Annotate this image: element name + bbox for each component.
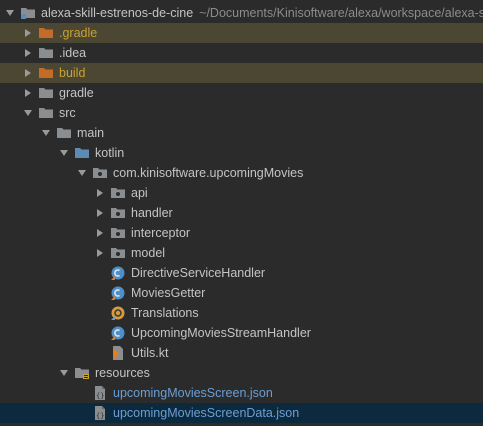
- tree-row[interactable]: Utils.kt: [0, 343, 483, 363]
- tree-row[interactable]: .gradle: [0, 23, 483, 43]
- package-icon: [110, 225, 126, 241]
- kotlin-class-icon: [110, 325, 126, 341]
- tree-item-label: main: [77, 126, 105, 140]
- package-icon: [110, 245, 126, 261]
- project-path: ~/Documents/Kinisoftware/alexa/workspace…: [199, 6, 483, 20]
- tree-item-label: src: [59, 106, 76, 120]
- tree-row[interactable]: model: [0, 243, 483, 263]
- collapse-arrow-icon[interactable]: [22, 103, 34, 123]
- tree-row[interactable]: .idea: [0, 43, 483, 63]
- folder-excluded-icon: [38, 65, 54, 81]
- collapse-arrow-icon[interactable]: [58, 363, 70, 383]
- tree-item-label: kotlin: [95, 146, 125, 160]
- kotlin-object-icon: [110, 305, 126, 321]
- resources-folder-icon: [74, 365, 90, 381]
- tree-item-label: MoviesGetter: [131, 286, 206, 300]
- tree-item-label: Utils.kt: [131, 346, 169, 360]
- tree-item-label: build: [59, 66, 86, 80]
- package-icon: [110, 185, 126, 201]
- package-icon: [92, 165, 108, 181]
- expand-arrow-icon[interactable]: [94, 243, 106, 263]
- package-icon: [110, 205, 126, 221]
- tree-row[interactable]: kotlin: [0, 143, 483, 163]
- tree-row[interactable]: UpcomingMoviesStreamHandler: [0, 323, 483, 343]
- tree-item-label: api: [131, 186, 148, 200]
- project-folder-icon: [20, 5, 36, 21]
- tree-item-label: resources: [95, 366, 150, 380]
- tree-row[interactable]: com.kinisoftware.upcomingMovies: [0, 163, 483, 183]
- svg-text:{}: {}: [96, 412, 104, 420]
- expand-arrow-icon[interactable]: [22, 23, 34, 43]
- arrow-spacer: [94, 323, 106, 343]
- arrow-spacer: [94, 343, 106, 363]
- kotlin-class-icon: [110, 285, 126, 301]
- expand-arrow-icon[interactable]: [22, 43, 34, 63]
- tree-row[interactable]: {} upcomingMoviesScreenData.json: [0, 403, 483, 423]
- tree-item-label: interceptor: [131, 226, 191, 240]
- expand-arrow-icon[interactable]: [22, 63, 34, 83]
- expand-arrow-icon[interactable]: [22, 83, 34, 103]
- collapse-arrow-icon[interactable]: [58, 143, 70, 163]
- tree-item-label: model: [131, 246, 166, 260]
- arrow-spacer: [94, 263, 106, 283]
- folder-excluded-icon: [38, 25, 54, 41]
- tree-row[interactable]: resources: [0, 363, 483, 383]
- arrow-spacer: [94, 283, 106, 303]
- json-file-icon: {}: [92, 405, 108, 421]
- tree-item-label: com.kinisoftware.upcomingMovies: [113, 166, 304, 180]
- folder-icon: [56, 125, 72, 141]
- collapse-arrow-icon[interactable]: [76, 163, 88, 183]
- project-name: alexa-skill-estrenos-de-cine: [41, 6, 194, 20]
- tree-row[interactable]: src: [0, 103, 483, 123]
- project-tree: alexa-skill-estrenos-de-cine ~/Documents…: [0, 0, 483, 426]
- tree-row[interactable]: gradle: [0, 83, 483, 103]
- collapse-arrow-icon[interactable]: [4, 3, 16, 23]
- tree-row[interactable]: Translations: [0, 303, 483, 323]
- collapse-arrow-icon[interactable]: [40, 123, 52, 143]
- tree-item-label: handler: [131, 206, 173, 220]
- arrow-spacer: [94, 303, 106, 323]
- tree-item-label: .idea: [59, 46, 87, 60]
- tree-item-label: Translations: [131, 306, 199, 320]
- tree-item-label: gradle: [59, 86, 94, 100]
- expand-arrow-icon[interactable]: [94, 203, 106, 223]
- tree-item-label: .gradle: [59, 26, 98, 40]
- tree-row[interactable]: main: [0, 123, 483, 143]
- arrow-spacer: [76, 383, 88, 403]
- folder-icon: [38, 45, 54, 61]
- tree-row[interactable]: MoviesGetter: [0, 283, 483, 303]
- tree-row[interactable]: DirectiveServiceHandler: [0, 263, 483, 283]
- tree-row[interactable]: {} upcomingMoviesScreen.json: [0, 383, 483, 403]
- arrow-spacer: [76, 403, 88, 423]
- folder-icon: [38, 85, 54, 101]
- source-folder-icon: [74, 145, 90, 161]
- tree-row[interactable]: interceptor: [0, 223, 483, 243]
- kotlin-class-icon: [110, 265, 126, 281]
- tree-item-label: upcomingMoviesScreen.json: [113, 386, 273, 400]
- json-file-icon: {}: [92, 385, 108, 401]
- expand-arrow-icon[interactable]: [94, 223, 106, 243]
- expand-arrow-icon[interactable]: [94, 183, 106, 203]
- svg-text:{}: {}: [96, 392, 104, 400]
- kotlin-file-icon: [110, 345, 126, 361]
- folder-icon: [38, 105, 54, 121]
- tree-row[interactable]: build: [0, 63, 483, 83]
- tree-item-label: UpcomingMoviesStreamHandler: [131, 326, 311, 340]
- tree-row[interactable]: handler: [0, 203, 483, 223]
- tree-item-label: upcomingMoviesScreenData.json: [113, 406, 300, 420]
- tree-item-label: DirectiveServiceHandler: [131, 266, 266, 280]
- tree-row[interactable]: api: [0, 183, 483, 203]
- tree-row-project-root[interactable]: alexa-skill-estrenos-de-cine ~/Documents…: [0, 3, 483, 23]
